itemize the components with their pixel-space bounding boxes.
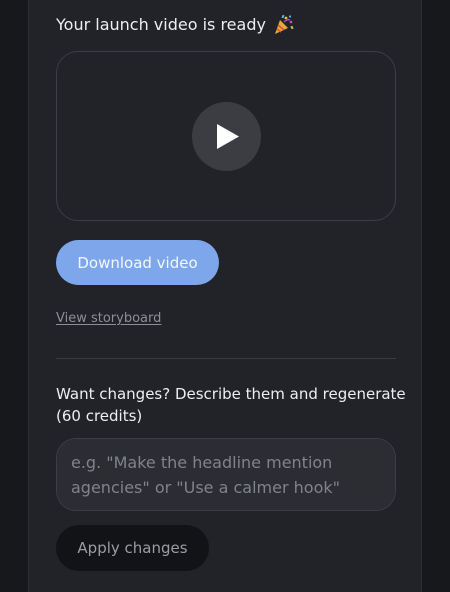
- play-icon: [217, 124, 239, 149]
- view-storyboard-link[interactable]: View storyboard: [56, 311, 161, 326]
- party-popper-icon: [272, 14, 294, 36]
- divider: [56, 358, 396, 359]
- download-video-button[interactable]: Download video: [56, 240, 219, 285]
- page: Your launch video is ready Download vide…: [0, 0, 450, 592]
- page-title: Your launch video is ready: [56, 15, 266, 34]
- changes-heading: Want changes? Describe them and regenera…: [56, 385, 406, 425]
- apply-changes-button[interactable]: Apply changes: [56, 525, 209, 571]
- changes-input[interactable]: [56, 438, 396, 511]
- title-row: Your launch video is ready: [56, 14, 294, 36]
- play-button[interactable]: [192, 102, 261, 171]
- video-player[interactable]: [56, 51, 396, 221]
- result-panel: Your launch video is ready Download vide…: [28, 0, 422, 592]
